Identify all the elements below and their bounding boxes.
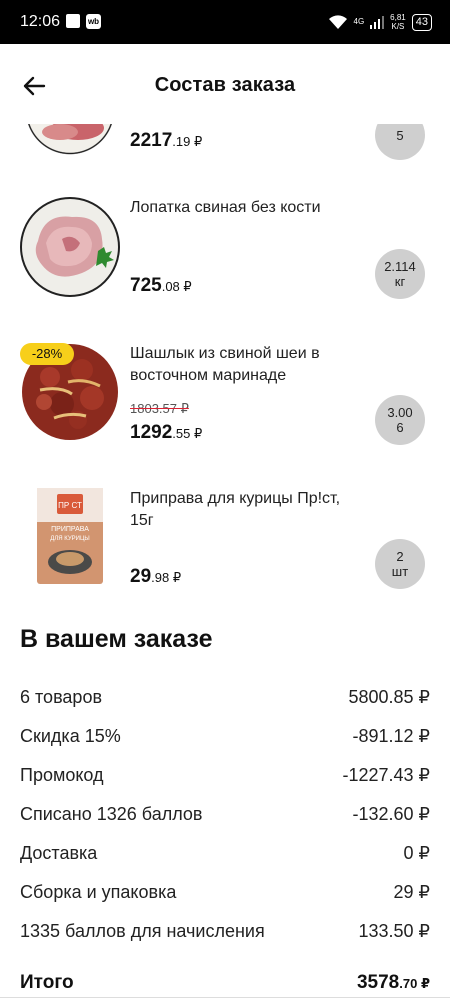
package-line1: ПРИПРАВА [51,526,89,533]
package-brand: ПР СТ [58,501,82,510]
qty-badge: 2 шт [375,539,425,589]
item-name: Приправа для курицы Пр!ст, 15г [130,490,341,529]
wifi-icon [328,15,347,29]
total-rub: 3578 [356,972,400,993]
total-value: 3578.70 ₽ [357,972,430,994]
list-item[interactable]: ПР СТ ПРИПРАВА ДЛЯ КУРИЦЫ Приправа для к… [0,486,450,596]
qty-badge: 3.00 6 [375,395,425,445]
discount-badge: -28% [20,343,74,365]
list-item[interactable]: -28% Шашлык из свиной шеи в восточном ма… [0,342,450,452]
price-kop: .19 ₽ [172,134,203,149]
package-line2: ДЛЯ КУРИЦЫ [50,536,89,542]
price-kop: .98 ₽ [151,570,182,585]
summary-value: -1227.43 ₽ [342,765,430,785]
item-name: Шашлык из свиной шеи в восточном маринад… [130,345,320,384]
summary-row: Промокод -1227.43 ₽ [20,765,430,793]
signal-icon [370,16,385,29]
summary-value: 0 ₽ [403,843,430,863]
gallery-notification-icon [66,14,80,28]
status-bar: 12:06 wb 4G 6,81 K/S 43 [0,0,450,44]
pork-shoulder-image [35,216,114,277]
summary-label: Скидка 15% [20,726,121,746]
wb-notification-icon: wb [86,14,101,29]
seasoning-package-image: ПР СТ ПРИПРАВА ДЛЯ КУРИЦЫ [37,488,103,584]
summary-label: Списано 1326 баллов [20,804,203,824]
qty-value: 3.00 [387,405,413,420]
app-header: Состав заказа [0,44,450,124]
summary-row: 6 товаров 5800.85 ₽ [20,687,430,715]
qty-value: 2 [396,549,404,564]
net-speed-unit: K/S [391,22,405,31]
summary-row: Скидка 15% -891.12 ₽ [20,726,430,754]
price-rub: 725 [130,275,162,296]
qty-unit: шт [391,564,409,579]
price-kop: .55 ₽ [172,426,203,441]
qty-unit: кг [394,274,406,289]
qty-unit: 5 [396,127,404,143]
price-rub: 1292 [130,422,173,443]
summary-row: Списано 1326 баллов -132.60 ₽ [20,804,430,832]
summary-label: 1335 баллов для начисления [20,921,265,941]
net-speed: 6,81 K/S [390,13,406,31]
summary-row: Сборка и упаковка 29 ₽ [20,882,430,910]
qty-unit: 6 [396,420,404,435]
summary-value: 133.50 ₽ [358,921,430,941]
product-image [20,197,120,297]
page-title: Состав заказа [154,74,296,96]
bottom-divider [0,997,450,998]
summary-row: Доставка 0 ₽ [20,843,430,871]
price-rub: 29 [130,566,152,587]
item-name: Лопатка свиная без кости [130,199,321,216]
status-time: 12:06 [20,13,61,30]
product-image: ПР СТ ПРИПРАВА ДЛЯ КУРИЦЫ [20,486,120,586]
summary-value: 5800.85 ₽ [348,687,430,707]
summary-value: -132.60 ₽ [352,804,430,824]
old-price: 1803.57 ₽ [130,401,189,416]
item-price: 29.98 ₽ [130,566,181,588]
item-price: 1292.55 ₽ [130,422,202,444]
price-rub: 2217 [130,130,173,151]
battery-icon: 43 [411,13,432,31]
price-kop: .08 ₽ [161,279,192,294]
item-price: 2217.19 ₽ [130,130,202,152]
qty-badge: 2.114 кг [375,249,425,299]
item-price: 725.08 ₽ [130,275,192,297]
summary-label: Промокод [20,765,104,785]
summary-title: В вашем заказе [20,625,213,653]
summary-label: Сборка и упаковка [20,882,177,902]
summary-label: Доставка [20,843,98,863]
total-row: Итого 3578.70 ₽ [20,972,430,994]
summary-value: 29 ₽ [393,882,430,902]
summary-value: -891.12 ₽ [352,726,430,746]
list-item[interactable]: Лопатка свиная без кости 725.08 ₽ 2.114 … [0,197,450,307]
qty-value: 2.114 [384,259,416,274]
total-kop: .70 ₽ [399,976,430,991]
network-type: 4G [353,17,365,26]
net-speed-value: 6,81 [390,13,406,22]
total-label: Итого [20,972,74,993]
summary-row: 1335 баллов для начисления 133.50 ₽ [20,921,430,949]
summary-label: 6 товаров [20,687,103,707]
status-right: 4G 6,81 K/S 43 [328,11,432,33]
